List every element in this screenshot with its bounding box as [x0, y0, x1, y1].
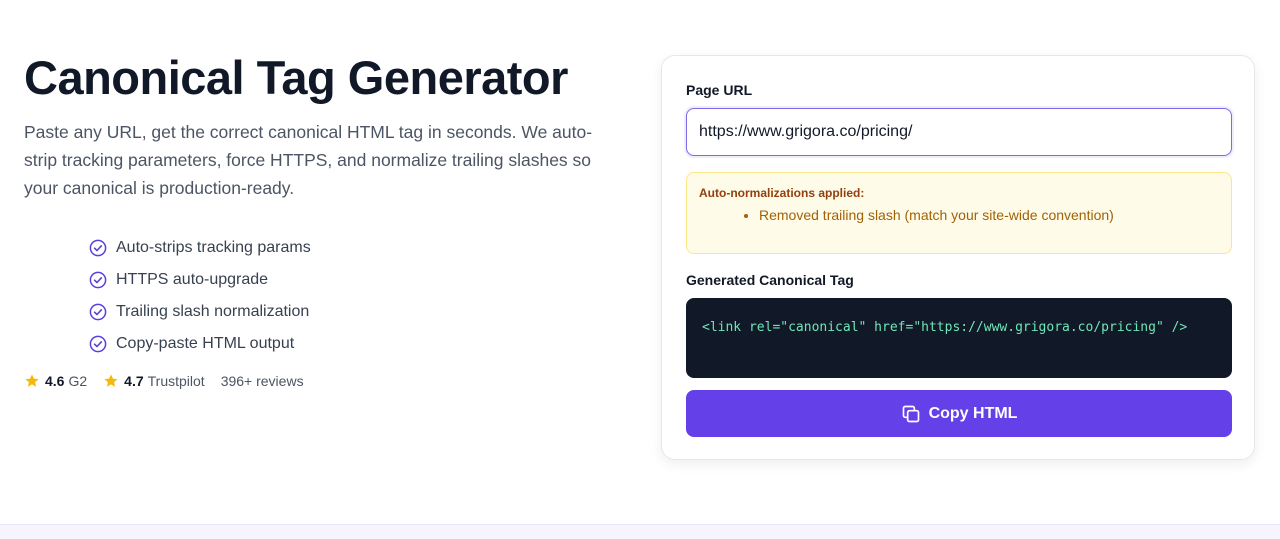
hero-section: Canonical Tag Generator Paste any URL, g… [24, 50, 624, 389]
check-circle-icon [89, 271, 107, 289]
check-circle-icon [89, 303, 107, 321]
feature-item: Trailing slash normalization [89, 296, 624, 328]
canonical-code-block: <link rel="canonical" href="https://www.… [686, 298, 1232, 378]
rating-source: Trustpilot [147, 373, 205, 389]
copy-button-label: Copy HTML [928, 404, 1018, 422]
rating-source: G2 [68, 373, 88, 389]
feature-list: Auto-strips tracking params HTTPS auto-u… [89, 232, 624, 360]
output-label: Generated Canonical Tag [686, 272, 854, 288]
url-input[interactable] [686, 108, 1232, 156]
rating-score: 4.7 [124, 373, 144, 389]
feature-item: Auto-strips tracking params [89, 232, 624, 264]
rating-score: 4.6 [45, 373, 65, 389]
reviews-count: 396+ reviews [220, 373, 304, 389]
star-icon [103, 373, 119, 389]
rating-g2: 4.6 G2 [24, 373, 87, 389]
copy-icon [901, 404, 921, 424]
notice-list: Removed trailing slash (match your site-… [759, 206, 1219, 224]
page-subtitle: Paste any URL, get the correct canonical… [24, 122, 593, 198]
feature-label: Auto-strips tracking params [116, 239, 311, 256]
notice-item: Removed trailing slash (match your site-… [759, 206, 1219, 224]
feature-label: HTTPS auto-upgrade [116, 271, 269, 288]
ratings-row: 4.6 G2 4.7 Trustpilot 396+ reviews [24, 373, 624, 389]
next-section-band [0, 524, 1280, 539]
feature-label: Copy-paste HTML output [116, 335, 295, 352]
notice-title: Auto-normalizations applied: [699, 186, 865, 200]
generator-card: Page URL Auto-normalizations applied: Re… [661, 55, 1255, 460]
check-circle-icon [89, 239, 107, 257]
feature-item: Copy-paste HTML output [89, 328, 624, 360]
feature-label: Trailing slash normalization [116, 303, 310, 320]
star-icon [24, 373, 40, 389]
page-title: Canonical Tag Generator [24, 51, 568, 104]
check-circle-icon [89, 335, 107, 353]
feature-item: HTTPS auto-upgrade [89, 264, 624, 296]
url-label: Page URL [686, 82, 753, 98]
copy-html-button[interactable]: Copy HTML [686, 390, 1232, 437]
normalization-notice: Auto-normalizations applied: Removed tra… [686, 172, 1232, 254]
rating-trustpilot: 4.7 Trustpilot [103, 373, 205, 389]
